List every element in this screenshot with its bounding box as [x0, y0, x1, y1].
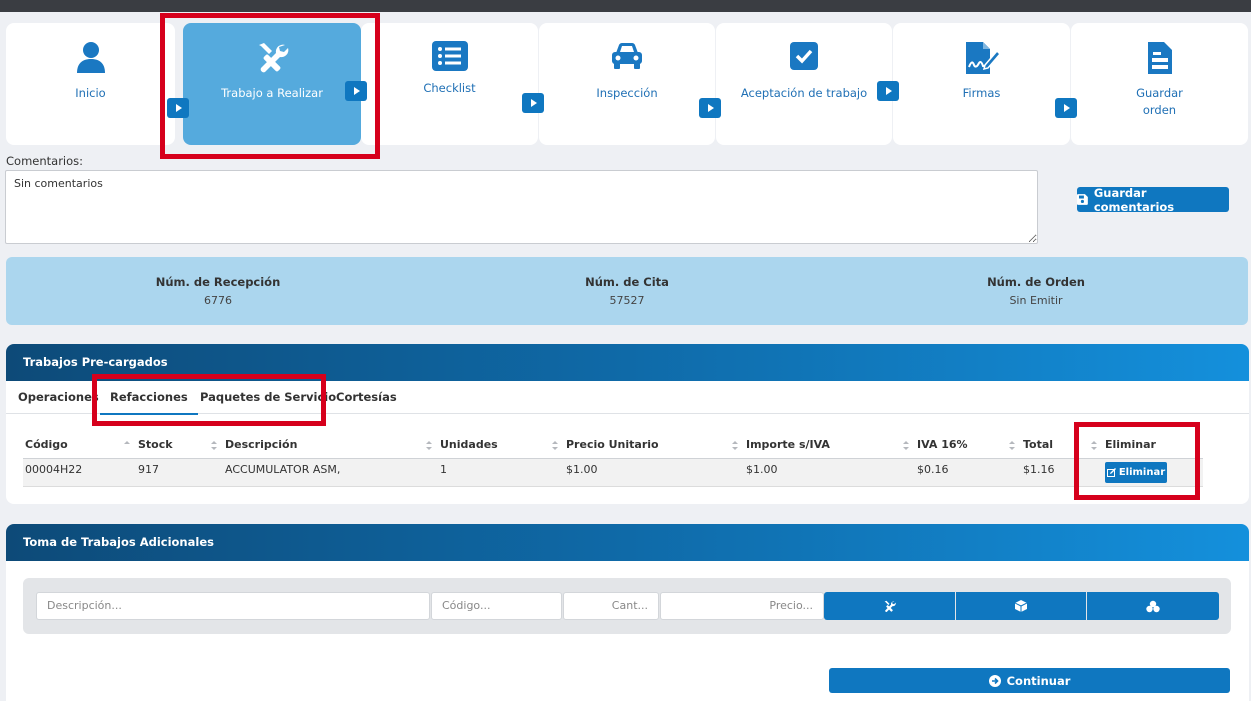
col-unidades[interactable]: Unidades [440, 431, 498, 459]
cell-total: $1.16 [1023, 463, 1055, 476]
step-inicio[interactable]: Inicio [6, 23, 175, 145]
add-labor-button[interactable] [824, 592, 955, 620]
tab-paquetes-servicio[interactable]: Paquetes de Servicio [200, 381, 336, 414]
cell-unidades: 1 [440, 463, 447, 476]
description-input[interactable]: Descripción... [36, 592, 430, 620]
tools-icon [884, 600, 896, 612]
next-step-arrow[interactable] [345, 81, 367, 101]
comments-label: Comentarios: [6, 154, 84, 168]
step-label: Firmas [962, 86, 1001, 100]
sort-icon[interactable] [211, 441, 217, 450]
table-row: 00004H22 917 ACCUMULATOR ASM, 1 $1.00 $1… [23, 459, 1203, 487]
arrow-circle-right-icon [988, 674, 1001, 687]
add-part-button[interactable] [956, 592, 1086, 620]
price-input[interactable]: Precio... [660, 592, 824, 620]
code-input[interactable]: Código... [431, 592, 562, 620]
cell-stock: 917 [138, 463, 159, 476]
cell-iva: $0.16 [917, 463, 949, 476]
signature-icon [893, 41, 1070, 75]
sort-icon[interactable] [903, 441, 909, 450]
quantity-input[interactable]: Cant... [563, 592, 659, 620]
sort-icon[interactable] [426, 441, 432, 450]
sort-icon[interactable] [1009, 441, 1015, 450]
adicionales-title: Toma de Trabajos Adicionales [6, 524, 1249, 561]
delete-row-button[interactable]: Eliminar [1105, 462, 1167, 483]
step-label: Aceptación de trabajo [740, 86, 868, 100]
step-guardar-orden[interactable]: Guardar orden [1071, 23, 1248, 145]
cell-precio: $1.00 [566, 463, 598, 476]
precargados-card: Trabajos Pre-cargados Operaciones Refacc… [6, 344, 1249, 504]
next-step-arrow[interactable] [699, 98, 721, 118]
tab-operaciones[interactable]: Operaciones [18, 381, 99, 414]
cita-info: Núm. de Cita 57527 [585, 275, 669, 307]
step-firmas[interactable]: Firmas [893, 23, 1070, 145]
orden-info: Núm. de Orden Sin Emitir [987, 275, 1085, 307]
col-stock[interactable]: Stock [138, 431, 173, 459]
check-square-icon [716, 41, 892, 75]
edit-icon [1106, 468, 1116, 477]
next-step-arrow[interactable] [522, 93, 544, 113]
step-checklist[interactable]: Checklist [361, 23, 538, 145]
tab-cortesias[interactable]: Cortesías [336, 381, 397, 414]
save-icon [1077, 194, 1088, 205]
adicionales-card: Toma de Trabajos Adicionales Descripción… [6, 524, 1249, 701]
precargados-tabs: Operaciones Refacciones Paquetes de Serv… [6, 381, 1249, 415]
step-label: Inicio [75, 86, 106, 100]
sort-icon[interactable] [732, 441, 738, 450]
list-icon [361, 41, 538, 75]
recepcion-info: Núm. de Recepción 6776 [155, 275, 281, 307]
col-precio-unitario[interactable]: Precio Unitario [566, 431, 659, 459]
continue-button[interactable]: Continuar [829, 668, 1230, 693]
order-info-panel: Núm. de Recepción 6776 Núm. de Cita 5752… [6, 257, 1248, 325]
col-codigo[interactable]: Código [25, 431, 68, 459]
col-iva[interactable]: IVA 16% [917, 431, 968, 459]
col-eliminar: Eliminar [1105, 438, 1156, 451]
col-descripcion[interactable]: Descripción [225, 431, 297, 459]
next-step-arrow[interactable] [877, 81, 899, 101]
step-label: Trabajo a Realizar [221, 86, 323, 100]
box-icon [1015, 600, 1027, 612]
sort-icon[interactable] [124, 441, 130, 450]
top-bar [0, 0, 1251, 12]
step-trabajo-a-realizar[interactable]: Trabajo a Realizar [183, 23, 361, 145]
tab-refacciones[interactable]: Refacciones [100, 381, 198, 415]
boxes-icon [1146, 600, 1160, 612]
precargados-title: Trabajos Pre-cargados [6, 344, 1249, 381]
col-importe[interactable]: Importe s/IVA [746, 431, 830, 459]
comments-textarea[interactable]: Sin comentarios [5, 170, 1038, 244]
step-inspeccion[interactable]: Inspección [539, 23, 715, 145]
sort-icon[interactable] [552, 441, 558, 450]
step-label: Checklist [423, 81, 476, 95]
next-step-arrow[interactable] [1055, 98, 1077, 118]
save-comments-button[interactable]: Guardar comentarios [1077, 186, 1229, 214]
add-package-button[interactable] [1087, 592, 1219, 620]
add-work-bar: Descripción... Código... Cant... Precio.… [23, 578, 1231, 634]
step-label: Guardar orden [1136, 86, 1183, 117]
next-step-arrow[interactable] [167, 98, 189, 118]
step-aceptacion[interactable]: Aceptación de trabajo [716, 23, 892, 145]
col-total[interactable]: Total [1023, 431, 1053, 459]
car-icon [539, 41, 715, 75]
cell-descripcion: ACCUMULATOR ASM, [225, 463, 341, 476]
sort-icon[interactable] [1091, 441, 1097, 450]
cell-codigo: 00004H22 [25, 463, 83, 476]
step-label: Inspección [596, 86, 658, 100]
cell-importe: $1.00 [746, 463, 778, 476]
document-icon [1071, 41, 1248, 75]
tools-icon [183, 41, 361, 75]
user-icon [6, 41, 175, 75]
